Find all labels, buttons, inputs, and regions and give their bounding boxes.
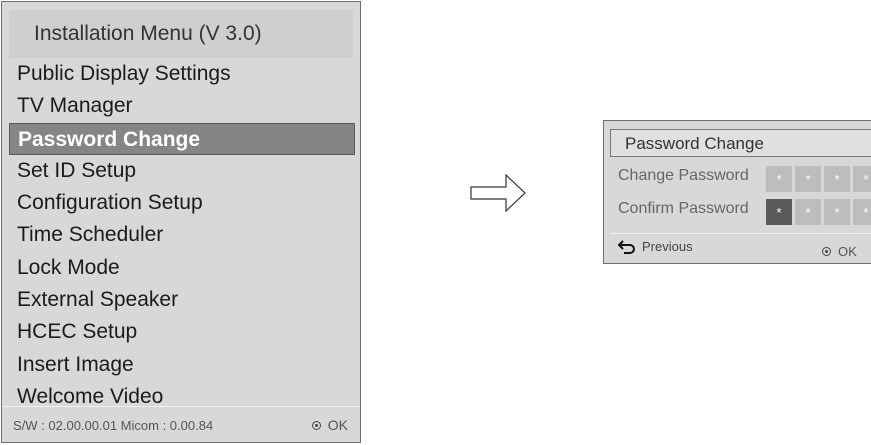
dialog-title: Password Change <box>610 129 871 157</box>
menu-item-hcec-setup[interactable]: HCEC Setup <box>9 316 353 348</box>
ok-icon <box>822 247 831 256</box>
menu-title: Installation Menu (V 3.0) <box>9 10 353 58</box>
pin-digit-box[interactable]: * <box>853 166 871 192</box>
ok-icon <box>311 420 321 430</box>
menu-footer: S/W : 02.00.00.01 Micom : 0.00.84 OK <box>2 406 360 442</box>
ok-button[interactable]: OK <box>311 417 348 433</box>
menu-item-password-change[interactable]: Password Change <box>9 122 355 155</box>
menu-item-external-speaker[interactable]: External Speaker <box>9 284 353 316</box>
change-password-input[interactable]: * * * * <box>766 166 871 192</box>
back-arrow-icon <box>618 239 635 254</box>
pin-digit-box[interactable]: * <box>853 199 871 225</box>
menu-item-lock-mode[interactable]: Lock Mode <box>9 252 353 284</box>
right-arrow-icon <box>470 174 526 212</box>
menu-item-set-id-setup[interactable]: Set ID Setup <box>9 155 353 187</box>
installation-menu: Installation Menu (V 3.0) Public Display… <box>1 1 361 443</box>
pin-digit-box-active[interactable]: * <box>766 199 792 225</box>
pin-digit-box[interactable]: * <box>824 166 850 192</box>
ok-label: OK <box>838 244 857 259</box>
previous-label: Previous <box>642 239 693 254</box>
confirm-password-input[interactable]: * * * * <box>766 199 871 225</box>
change-password-label: Change Password <box>618 167 749 184</box>
pin-digit-box[interactable]: * <box>795 199 821 225</box>
pin-digit-box[interactable]: * <box>795 166 821 192</box>
password-change-dialog: Password Change Change Password * * * * … <box>603 120 871 264</box>
confirm-password-label: Confirm Password <box>618 200 749 217</box>
pin-digit-box[interactable]: * <box>766 166 792 192</box>
pin-digit-box[interactable]: * <box>824 199 850 225</box>
menu-item-tv-manager[interactable]: TV Manager <box>9 90 353 122</box>
firmware-info: S/W : 02.00.00.01 Micom : 0.00.84 <box>13 418 214 433</box>
menu-item-time-scheduler[interactable]: Time Scheduler <box>9 219 353 251</box>
dialog-ok-button[interactable]: OK <box>822 244 857 259</box>
ok-label: OK <box>327 417 348 433</box>
menu-item-configuration-setup[interactable]: Configuration Setup <box>9 187 353 219</box>
previous-button[interactable]: Previous <box>618 239 693 254</box>
menu-item-public-display-settings[interactable]: Public Display Settings <box>9 58 353 90</box>
menu-list: Public Display Settings TV Manager Passw… <box>9 58 355 413</box>
dialog-footer: Previous OK <box>610 233 871 264</box>
menu-item-insert-image[interactable]: Insert Image <box>9 349 353 381</box>
